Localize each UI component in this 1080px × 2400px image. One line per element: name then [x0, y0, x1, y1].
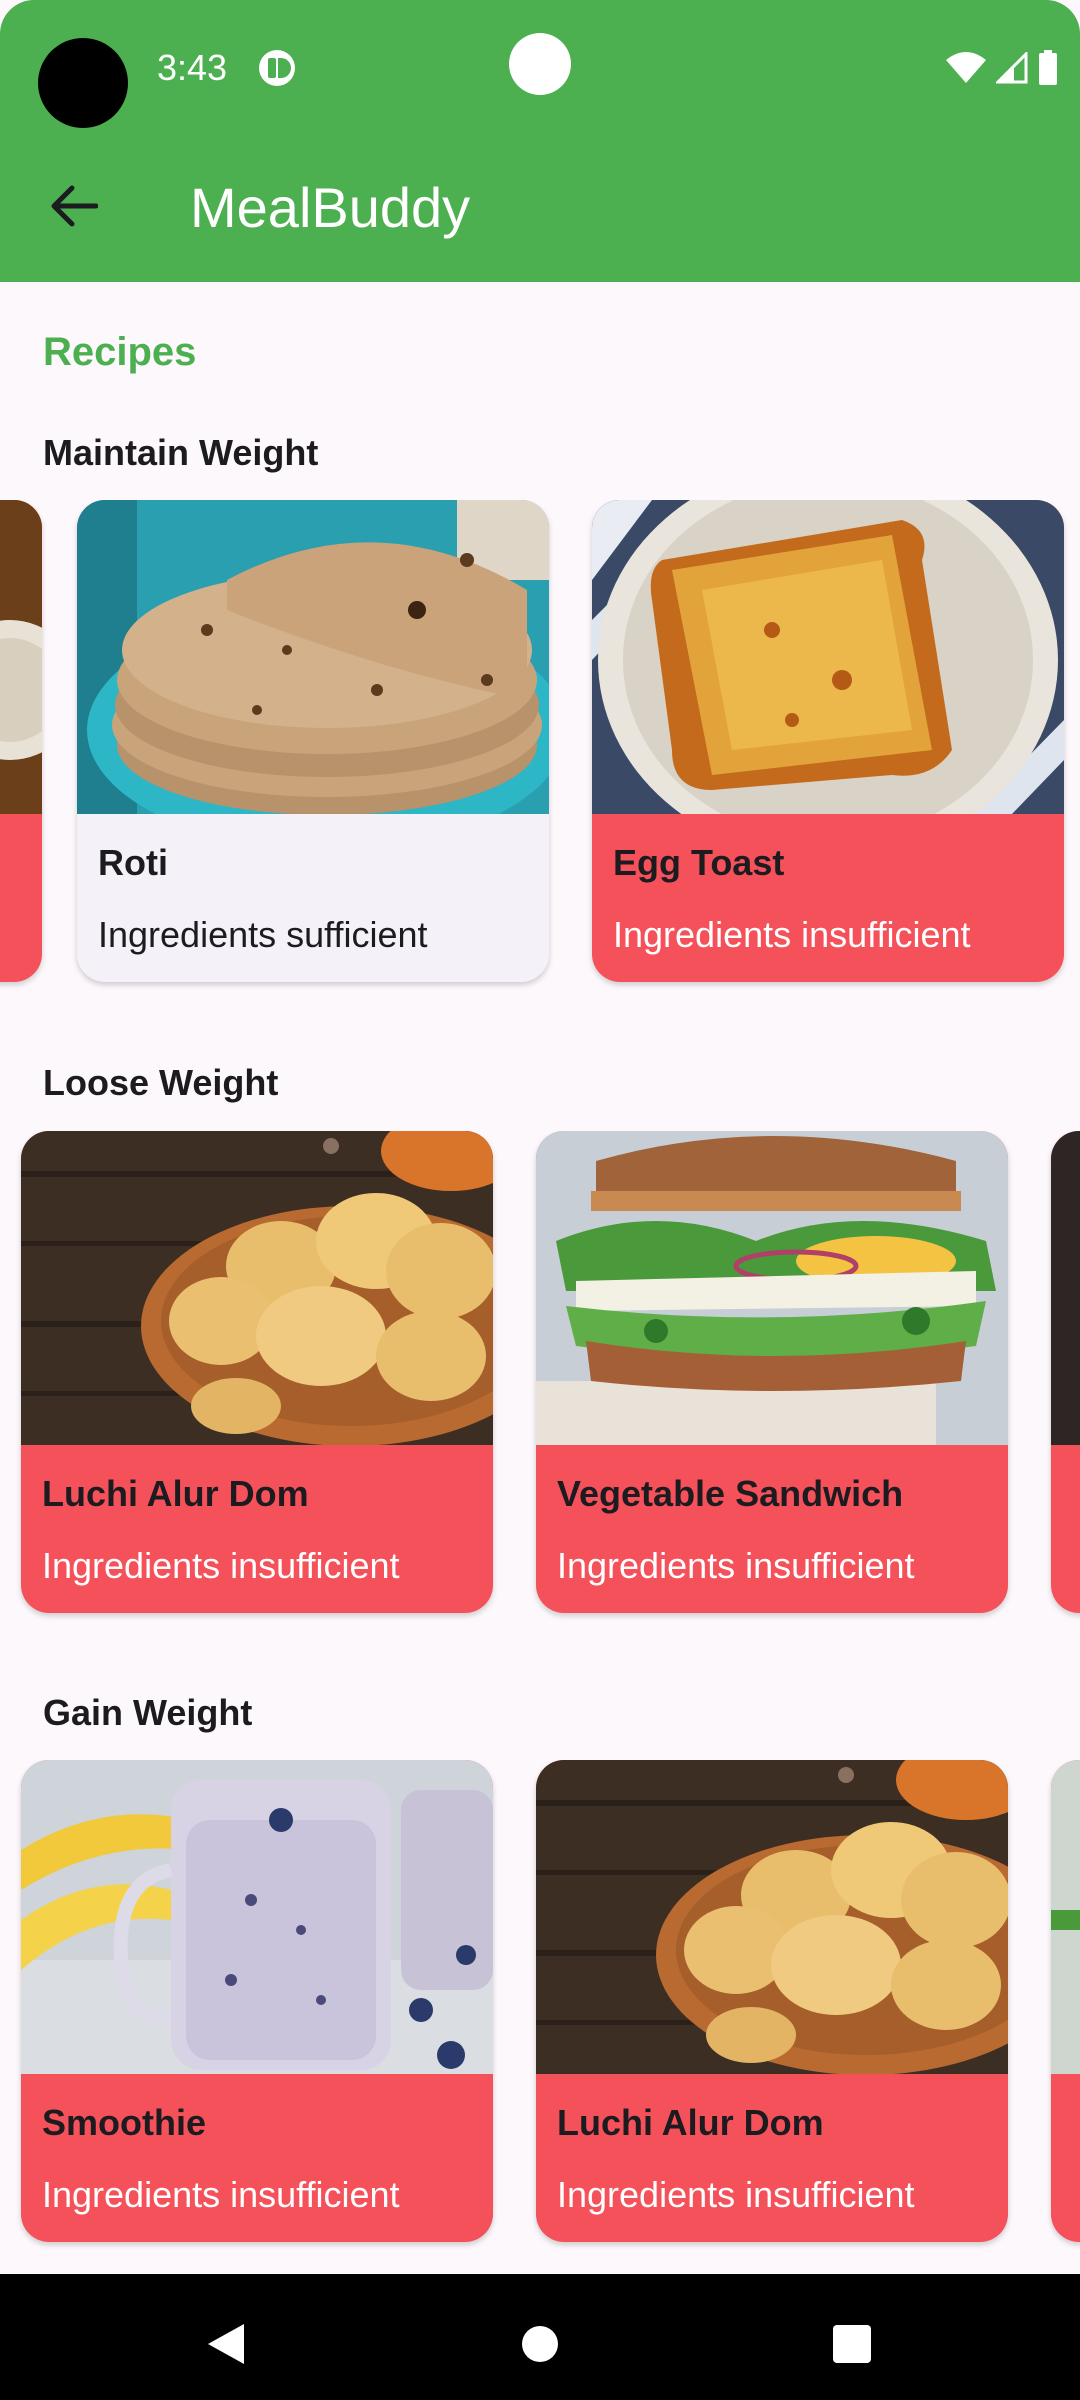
app-title: MealBuddy	[190, 176, 471, 239]
recipe-status: Ingredients insufficient	[42, 1545, 400, 1586]
recipe-card-luchi-alur-dom[interactable]: Luchi Alur Dom Ingredients insufficient	[21, 1131, 493, 1613]
recipe-image	[1051, 1760, 1080, 2074]
recipe-status: Ingredients insufficient	[557, 2174, 915, 2215]
recipe-name: Egg Toast	[613, 842, 785, 883]
recipe-card-partial[interactable]	[1051, 1131, 1080, 1613]
status-icons	[946, 48, 1058, 88]
nav-back-button[interactable]	[196, 2314, 256, 2374]
recipe-status: Ingredients insufficient	[613, 914, 971, 955]
recipe-name: Roti	[98, 842, 168, 883]
recipe-image-smoothie	[21, 1760, 493, 2074]
nav-home-button[interactable]	[510, 2314, 570, 2374]
app-bar: 3:43 MealBuddy	[0, 0, 1080, 282]
triangle-back-icon	[208, 2324, 244, 2364]
recipe-card-partial[interactable]	[1051, 1760, 1080, 2242]
recipe-row-maintain-weight[interactable]: Roti Ingredients sufficient Egg Toast In…	[0, 500, 1080, 990]
group-title-gain-weight: Gain Weight	[43, 1692, 253, 1733]
recipe-row-loose-weight[interactable]: Luchi Alur Dom Ingredients insufficient …	[0, 1131, 1080, 1621]
recipe-name: Luchi Alur Dom	[557, 2102, 824, 2143]
signal-icon	[996, 52, 1028, 84]
recipe-image-luchi	[21, 1131, 493, 1445]
recipe-image	[1051, 1131, 1080, 1445]
recipe-card-partial[interactable]	[0, 500, 42, 982]
recipe-status: Ingredients insufficient	[557, 1545, 915, 1586]
circle-home-icon	[522, 2326, 558, 2362]
recipe-status: Ingredients sufficient	[98, 914, 428, 955]
recipe-card-luchi-alur-dom[interactable]: Luchi Alur Dom Ingredients insufficient	[536, 1760, 1008, 2242]
back-button[interactable]	[40, 172, 108, 240]
wifi-icon	[946, 52, 986, 83]
recipe-row-gain-weight[interactable]: Smoothie Ingredients insufficient Luchi …	[0, 1760, 1080, 2250]
camera-cutout	[38, 38, 128, 128]
square-recents-icon	[833, 2325, 871, 2363]
recipe-image	[0, 500, 42, 814]
status-time: 3:43	[157, 47, 228, 88]
system-navigation-bar	[0, 2274, 1080, 2400]
battery-icon	[1039, 50, 1057, 85]
arrow-back-icon	[51, 185, 98, 227]
recipe-image-vegetable-sandwich	[536, 1131, 1008, 1445]
recipes-heading: Recipes	[43, 330, 197, 374]
recipe-name: Luchi Alur Dom	[42, 1473, 309, 1514]
recipe-name: Vegetable Sandwich	[557, 1473, 904, 1514]
recipe-name: Smoothie	[42, 2102, 207, 2143]
recipe-card-vegetable-sandwich[interactable]: Vegetable Sandwich Ingredients insuffici…	[536, 1131, 1008, 1613]
recipe-image-luchi	[536, 1760, 1008, 2074]
group-title-loose-weight: Loose Weight	[43, 1062, 279, 1103]
group-title-maintain-weight: Maintain Weight	[43, 432, 319, 473]
recipe-card-egg-toast[interactable]: Egg Toast Ingredients insufficient	[592, 500, 1064, 982]
recipe-card-roti[interactable]: Roti Ingredients sufficient	[77, 500, 549, 982]
notification-app-icon	[258, 49, 296, 87]
recipe-image-egg-toast	[592, 500, 1064, 814]
recipe-image-roti	[77, 500, 549, 814]
status-center-dot	[509, 33, 571, 95]
recipe-status: Ingredients insufficient	[42, 2174, 400, 2215]
recipe-card-smoothie[interactable]: Smoothie Ingredients insufficient	[21, 1760, 493, 2242]
nav-recents-button[interactable]	[822, 2314, 882, 2374]
